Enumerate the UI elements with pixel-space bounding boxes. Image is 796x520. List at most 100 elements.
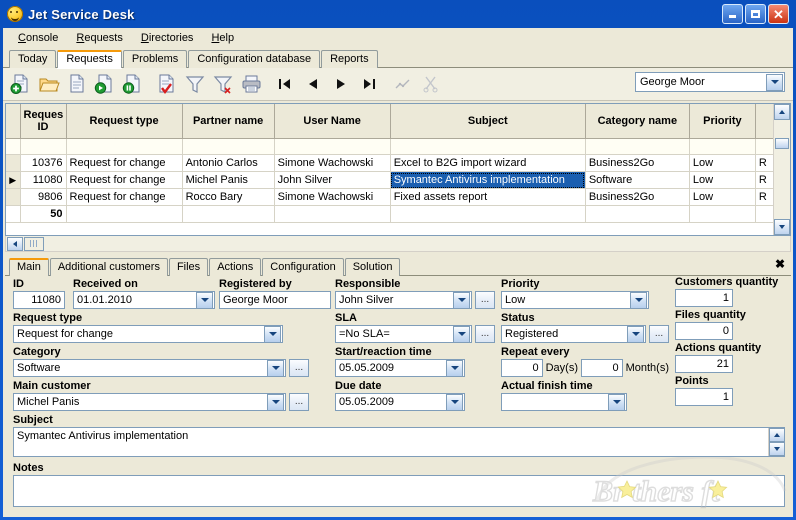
cell-subject[interactable]: Fixed assets report: [390, 188, 586, 206]
menu-console[interactable]: Console: [9, 31, 67, 45]
cell-partner-name[interactable]: Michel Panis: [182, 171, 275, 189]
detail-tab-main[interactable]: Main: [9, 258, 49, 276]
column-header-id[interactable]: Reques ID: [20, 104, 67, 139]
filter-cell-user-name[interactable]: [274, 138, 391, 155]
chevron-down-icon[interactable]: [627, 326, 644, 342]
menu-help[interactable]: Help: [202, 31, 243, 45]
cell-category-name[interactable]: Business2Go: [585, 154, 690, 172]
filter-cell-priority[interactable]: [689, 138, 756, 155]
files-quantity-field[interactable]: 0: [675, 322, 733, 340]
responsible-lookup-button[interactable]: ...: [475, 291, 495, 309]
cell-category-name[interactable]: Software: [585, 171, 690, 189]
filter-cell-partner-name[interactable]: [182, 138, 275, 155]
scroll-down-button[interactable]: [774, 219, 790, 235]
tab-requests[interactable]: Requests: [57, 50, 122, 68]
cell-request-type[interactable]: Request for change: [66, 171, 183, 189]
chevron-down-icon[interactable]: [766, 73, 783, 91]
cell-priority[interactable]: Low: [689, 154, 756, 172]
cell-category-name[interactable]: Business2Go: [585, 188, 690, 206]
column-header-subject[interactable]: Subject: [390, 104, 586, 139]
start-reaction-time-field[interactable]: 05.05.2009: [335, 359, 465, 377]
chevron-down-icon[interactable]: [630, 292, 647, 308]
status-lookup-button[interactable]: ...: [649, 325, 669, 343]
cell-id[interactable]: 11080: [20, 171, 67, 189]
nav-prev-icon[interactable]: [299, 71, 327, 97]
points-field[interactable]: 1: [675, 388, 733, 406]
category-lookup-button[interactable]: ...: [289, 359, 309, 377]
subject-scrollbar[interactable]: [768, 428, 784, 456]
chevron-down-icon[interactable]: [446, 360, 463, 376]
chevron-down-icon[interactable]: [196, 292, 213, 308]
received-on-field[interactable]: 01.01.2010: [73, 291, 215, 309]
due-date-field[interactable]: 05.05.2009: [335, 393, 465, 411]
column-header-request-type[interactable]: Request type: [66, 104, 183, 139]
actual-finish-time-field[interactable]: [501, 393, 627, 411]
chevron-down-icon[interactable]: [267, 394, 284, 410]
cell-partner-name[interactable]: Rocco Bary: [182, 188, 275, 206]
status-field[interactable]: Registered: [501, 325, 646, 343]
cell-id[interactable]: 9806: [20, 188, 67, 206]
cell-priority[interactable]: Low: [689, 188, 756, 206]
cell-request-type[interactable]: Request for change: [66, 154, 183, 172]
grid-vertical-scrollbar[interactable]: [773, 104, 790, 235]
chevron-down-icon[interactable]: [264, 326, 281, 342]
request-type-field[interactable]: Request for change: [13, 325, 283, 343]
column-header-partner-name[interactable]: Partner name: [182, 104, 275, 139]
nav-next-icon[interactable]: [327, 71, 355, 97]
open-folder-icon[interactable]: [35, 71, 63, 97]
table-row[interactable]: 9806 Request for change Rocco Bary Simon…: [6, 188, 779, 206]
table-row[interactable]: 10376 Request for change Antonio Carlos …: [6, 154, 779, 172]
nav-last-icon[interactable]: [355, 71, 383, 97]
copy-document-icon[interactable]: [63, 71, 91, 97]
tab-configuration-database[interactable]: Configuration database: [188, 50, 321, 68]
detail-tab-additional-customers[interactable]: Additional customers: [49, 258, 168, 276]
sla-field[interactable]: =No SLA=: [335, 325, 472, 343]
nav-first-icon[interactable]: [271, 71, 299, 97]
repeat-months-field[interactable]: 0: [580, 359, 623, 377]
menu-directories[interactable]: Directories: [132, 31, 203, 45]
horizontal-scroll-thumb[interactable]: [24, 236, 44, 251]
cell-subject[interactable]: Excel to B2G import wizard: [390, 154, 586, 172]
vertical-scroll-thumb[interactable]: [775, 138, 789, 149]
cell-request-type[interactable]: Request for change: [66, 188, 183, 206]
filter-cell-id[interactable]: [20, 138, 67, 155]
cell-user-name[interactable]: Simone Wachowski: [274, 188, 391, 206]
chevron-down-icon[interactable]: [267, 360, 284, 376]
start-request-icon[interactable]: [91, 71, 119, 97]
close-detail-icon[interactable]: ✖: [775, 258, 785, 270]
tab-reports[interactable]: Reports: [321, 50, 378, 68]
column-header-priority[interactable]: Priority: [689, 104, 756, 139]
priority-field[interactable]: Low: [501, 291, 649, 309]
responsible-field[interactable]: John Silver: [335, 291, 472, 309]
requests-grid[interactable]: Reques ID Request type Partner name User…: [5, 103, 791, 236]
repeat-days-field[interactable]: 0: [501, 359, 543, 377]
chevron-down-icon[interactable]: [453, 326, 470, 342]
sla-lookup-button[interactable]: ...: [475, 325, 495, 343]
tab-problems[interactable]: Problems: [122, 50, 188, 68]
cell-user-name[interactable]: Simone Wachowski: [274, 154, 391, 172]
detail-tab-configuration[interactable]: Configuration: [262, 258, 344, 276]
scroll-left-button[interactable]: [7, 236, 23, 251]
cell-partner-name[interactable]: Antonio Carlos: [182, 154, 275, 172]
actions-quantity-field[interactable]: 21: [675, 355, 733, 373]
customers-quantity-field[interactable]: 1: [675, 289, 733, 307]
column-header-category-name[interactable]: Category name: [585, 104, 690, 139]
pause-request-icon[interactable]: [119, 71, 147, 97]
tab-today[interactable]: Today: [9, 50, 57, 68]
cell-subject-selected[interactable]: Symantec Antivirus implementation: [390, 171, 586, 189]
scroll-up-button[interactable]: [774, 104, 790, 120]
maximize-button[interactable]: [745, 4, 766, 24]
user-filter-combo[interactable]: George Moor: [635, 72, 785, 92]
main-customer-lookup-button[interactable]: ...: [289, 393, 309, 411]
detail-tab-solution[interactable]: Solution: [344, 258, 401, 276]
filter-cell-category-name[interactable]: [585, 138, 690, 155]
cell-id[interactable]: 10376: [20, 154, 67, 172]
subject-memo[interactable]: Symantec Antivirus implementation: [13, 427, 785, 457]
registered-by-field[interactable]: George Moor: [219, 291, 331, 309]
grid-horizontal-scrollbar[interactable]: [5, 236, 791, 252]
scroll-down-button[interactable]: [769, 442, 784, 456]
table-row[interactable]: ▶ 11080 Request for change Michel Panis …: [6, 171, 779, 189]
filter-cell-request-type[interactable]: [66, 138, 183, 155]
minimize-button[interactable]: [722, 4, 743, 24]
main-customer-field[interactable]: Michel Panis: [13, 393, 286, 411]
